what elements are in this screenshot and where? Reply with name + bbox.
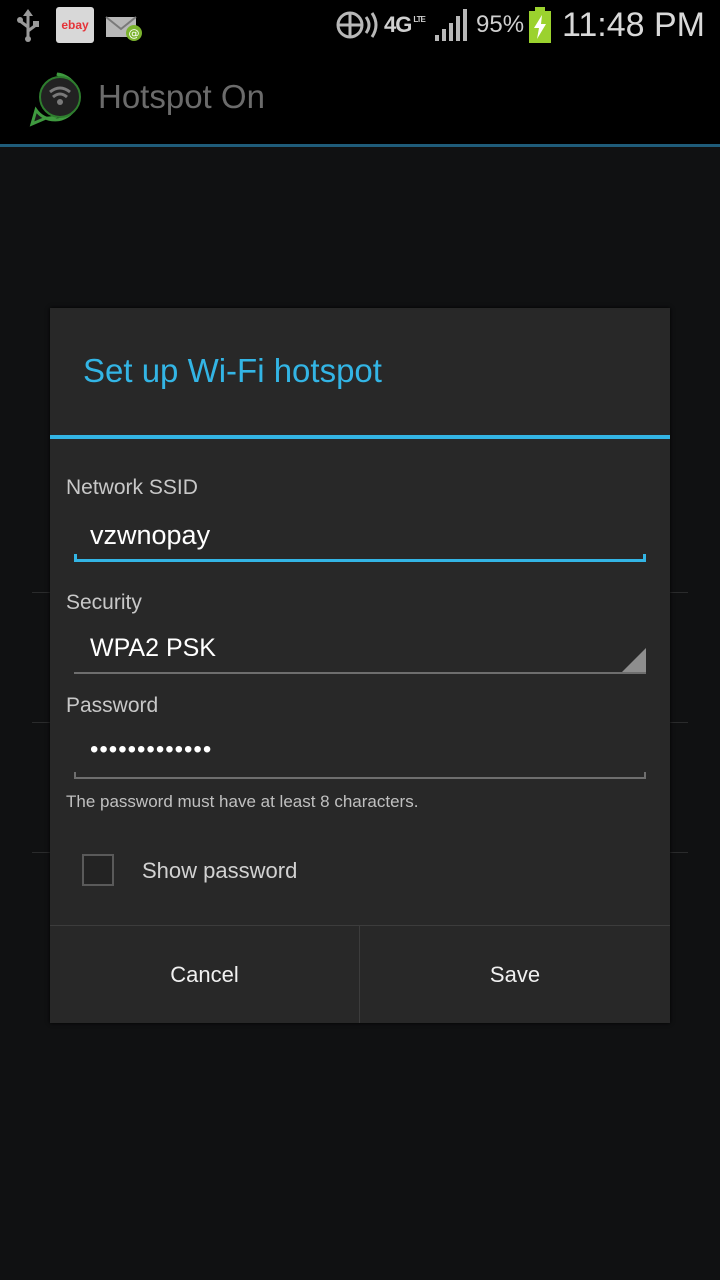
usb-icon xyxy=(14,0,42,50)
clock: 11:48 PM xyxy=(562,5,706,44)
hotspot-setup-dialog: Set up Wi-Fi hotspot Network SSID vzwnop… xyxy=(50,308,670,1023)
hotspot-app-icon[interactable] xyxy=(28,70,86,128)
ssid-input[interactable]: vzwnopay xyxy=(90,520,210,551)
signal-icon xyxy=(434,0,470,50)
network-type-label: 4G xyxy=(384,12,412,37)
password-input-underline xyxy=(74,772,646,779)
security-spinner-underline xyxy=(74,672,646,674)
sync-icon xyxy=(334,0,382,50)
cancel-button[interactable]: Cancel xyxy=(50,926,359,1023)
show-password-label[interactable]: Show password xyxy=(142,858,297,884)
save-button[interactable]: Save xyxy=(360,926,670,1023)
dialog-title-divider xyxy=(50,435,670,439)
status-bar: ebay @ 4G LTE 95% 11:48 PM xyxy=(0,0,720,50)
action-bar: Hotspot On xyxy=(0,50,720,144)
battery-charging-icon xyxy=(528,0,552,50)
ssid-label: Network SSID xyxy=(66,476,198,499)
password-hint: The password must have at least 8 charac… xyxy=(66,792,419,811)
svg-text:@: @ xyxy=(129,27,140,40)
email-icon: @ xyxy=(104,0,144,50)
spinner-arrow-icon xyxy=(622,648,646,672)
ebay-icon: ebay xyxy=(56,7,94,43)
app-title: Hotspot On xyxy=(98,78,265,115)
action-bar-divider xyxy=(0,144,720,147)
password-label: Password xyxy=(66,694,159,717)
ebay-logo-text: ebay xyxy=(61,18,89,32)
show-password-checkbox[interactable] xyxy=(82,854,114,886)
security-spinner[interactable]: WPA2 PSK xyxy=(90,634,216,663)
security-label: Security xyxy=(66,591,142,614)
network-type: 4G LTE xyxy=(384,0,426,50)
battery-percent: 95% xyxy=(476,11,525,38)
ssid-input-underline xyxy=(74,554,646,562)
password-input[interactable]: ••••••••••••• xyxy=(90,736,212,764)
network-subtype-label: LTE xyxy=(413,14,425,24)
dialog-title: Set up Wi-Fi hotspot xyxy=(83,352,382,389)
